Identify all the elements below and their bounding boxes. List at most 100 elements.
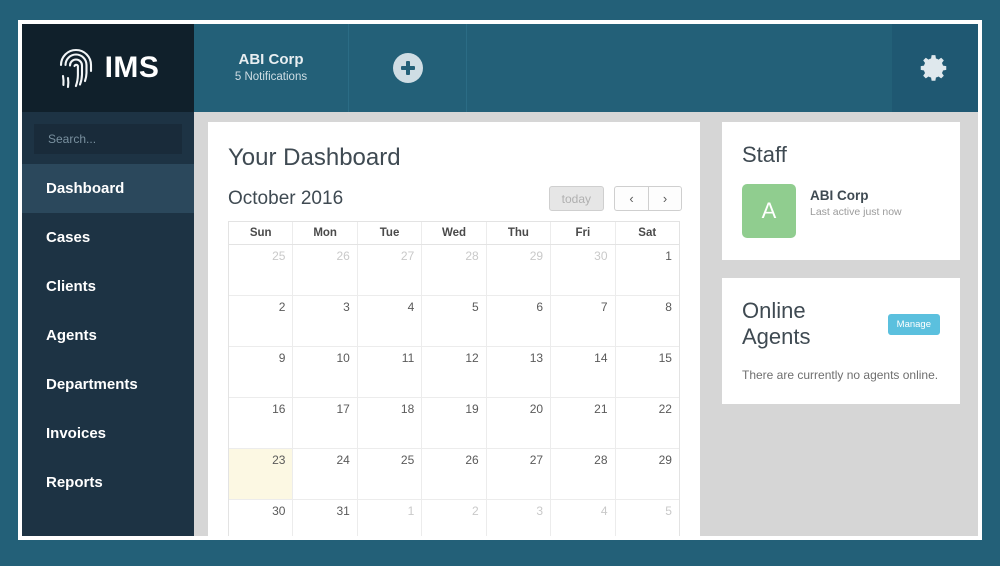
- sidebar-item-label: Cases: [46, 229, 91, 246]
- calendar-week-row: 2345678: [229, 296, 679, 347]
- calendar-day-cell[interactable]: 2: [229, 296, 294, 346]
- app-window: IMS ABI Corp 5 Notifications Dashboard Ca…: [18, 20, 982, 540]
- brand-name: IMS: [104, 51, 160, 84]
- calendar-body: 25 26 27 28 29 30 1 2 3 4 5 6 7 8 9 10 11 12 13 14 15 16 17 18 1…: [229, 245, 679, 536]
- calendar-day-cell[interactable]: 23: [229, 449, 294, 499]
- calendar-toolbar: October 2016 today ‹ ›: [228, 186, 682, 221]
- calendar-day-cell[interactable]: 27: [358, 245, 423, 295]
- org-tab[interactable]: ABI Corp 5 Notifications: [194, 24, 349, 112]
- sidebar-nav: Dashboard Cases Clients Agents Departments In…: [22, 164, 194, 507]
- sidebar-item-agents[interactable]: Agents: [22, 311, 194, 360]
- calendar-day-cell[interactable]: 22: [616, 398, 679, 448]
- online-agents-title: Online Agents: [742, 298, 811, 349]
- calendar-day-cell[interactable]: 15: [616, 347, 679, 397]
- calendar-weekday-fri: Fri: [551, 222, 616, 244]
- calendar-day-cell[interactable]: 25: [358, 449, 423, 499]
- calendar-day-cell[interactable]: 10: [293, 347, 358, 397]
- calendar-prev-next-group: ‹ ›: [614, 186, 682, 211]
- calendar-day-cell[interactable]: 2: [422, 500, 487, 536]
- sidebar-item-reports[interactable]: Reports: [22, 458, 194, 507]
- sidebar-item-dashboard[interactable]: Dashboard: [22, 164, 194, 213]
- calendar-day-cell[interactable]: 29: [616, 449, 679, 499]
- calendar-day-cell[interactable]: 14: [551, 347, 616, 397]
- online-agents-empty-message: There are currently no agents online.: [742, 368, 939, 382]
- plus-icon: [392, 53, 423, 83]
- calendar-day-cell[interactable]: 12: [422, 347, 487, 397]
- manage-button[interactable]: Manage: [887, 313, 940, 335]
- gear-icon: [920, 55, 947, 81]
- calendar-day-cell[interactable]: 1: [358, 500, 423, 536]
- staff-panel-title: Staff: [742, 142, 787, 167]
- calendar-day-cell[interactable]: 30: [229, 500, 294, 536]
- add-button[interactable]: [349, 24, 467, 112]
- calendar-week-row: 30 31 1 2 3 4 5: [229, 500, 679, 536]
- calendar-day-cell[interactable]: 29: [487, 245, 552, 295]
- calendar-day-cell[interactable]: 6: [487, 296, 552, 346]
- calendar-day-cell[interactable]: 5: [422, 296, 487, 346]
- calendar-grid: Sun Mon Tue Wed Thu Fri Sat 25 26 27 28 29 30 1 2 3 4 5 6…: [228, 221, 680, 536]
- calendar-day-cell[interactable]: 3: [487, 500, 552, 536]
- main-content: Your Dashboard October 2016 today ‹ › Su…: [194, 112, 978, 536]
- calendar-day-cell[interactable]: 5: [616, 500, 679, 536]
- calendar-day-cell[interactable]: 13: [487, 347, 552, 397]
- calendar-day-cell[interactable]: 3: [293, 296, 358, 346]
- calendar-weekday-wed: Wed: [422, 222, 487, 244]
- calendar-day-cell[interactable]: 26: [422, 449, 487, 499]
- avatar: A: [742, 184, 796, 238]
- online-agents-header: Online Agents Manage: [742, 298, 940, 350]
- sidebar-item-label: Dashboard: [46, 180, 125, 197]
- calendar-day-cell[interactable]: 4: [358, 296, 423, 346]
- staff-list-item[interactable]: A ABI Corp Last active just now: [742, 184, 940, 238]
- search-container: [22, 124, 194, 164]
- calendar-day-cell[interactable]: 9: [229, 347, 294, 397]
- calendar-day-cell[interactable]: 8: [616, 296, 679, 346]
- sidebar: Dashboard Cases Clients Agents Departments In…: [22, 112, 194, 536]
- calendar-week-row: 9 10 11 12 13 14 15: [229, 347, 679, 398]
- sidebar-item-cases[interactable]: Cases: [22, 213, 194, 262]
- settings-button[interactable]: [892, 24, 978, 112]
- top-header: IMS ABI Corp 5 Notifications: [22, 24, 978, 112]
- calendar-week-row: 16 17 18 19 20 21 22: [229, 398, 679, 449]
- calendar-weekday-tue: Tue: [358, 222, 423, 244]
- calendar-day-cell[interactable]: 27: [487, 449, 552, 499]
- calendar-day-cell[interactable]: 16: [229, 398, 294, 448]
- calendar-day-cell[interactable]: 28: [422, 245, 487, 295]
- staff-info: ABI Corp Last active just now: [810, 184, 902, 218]
- staff-status: Last active just now: [810, 206, 902, 218]
- calendar-day-cell[interactable]: 7: [551, 296, 616, 346]
- calendar-nav-buttons: today ‹ ›: [548, 186, 682, 211]
- calendar-day-cell[interactable]: 19: [422, 398, 487, 448]
- today-button[interactable]: today: [548, 186, 604, 211]
- calendar-month-label: October 2016: [228, 187, 344, 209]
- calendar-next-button[interactable]: ›: [648, 186, 682, 211]
- calendar-prev-button[interactable]: ‹: [614, 186, 648, 211]
- calendar-day-cell[interactable]: 17: [293, 398, 358, 448]
- calendar-day-cell[interactable]: 18: [358, 398, 423, 448]
- calendar-day-cell[interactable]: 1: [616, 245, 679, 295]
- calendar-week-row: 25 26 27 28 29 30 1: [229, 245, 679, 296]
- calendar-day-cell[interactable]: 25: [229, 245, 294, 295]
- calendar-day-cell[interactable]: 11: [358, 347, 423, 397]
- calendar-weekday-sat: Sat: [638, 227, 657, 239]
- sidebar-item-departments[interactable]: Departments: [22, 360, 194, 409]
- sidebar-item-label: Departments: [46, 376, 138, 393]
- calendar-day-cell[interactable]: 28: [551, 449, 616, 499]
- calendar-weekday-header: Sun Mon Tue Wed Thu Fri Sat: [229, 222, 679, 245]
- calendar-day-cell[interactable]: 30: [551, 245, 616, 295]
- calendar-day-cell[interactable]: 20: [487, 398, 552, 448]
- sidebar-item-label: Reports: [46, 474, 103, 491]
- calendar-day-cell[interactable]: 21: [551, 398, 616, 448]
- sidebar-item-label: Agents: [46, 327, 97, 344]
- staff-name: ABI Corp: [810, 188, 869, 203]
- calendar-day-cell[interactable]: 26: [293, 245, 358, 295]
- sidebar-item-clients[interactable]: Clients: [22, 262, 194, 311]
- calendar-day-cell[interactable]: 31: [293, 500, 358, 536]
- search-input[interactable]: [34, 124, 182, 154]
- sidebar-item-invoices[interactable]: Invoices: [22, 409, 194, 458]
- brand-logo[interactable]: IMS: [22, 24, 194, 112]
- calendar-day-cell[interactable]: 4: [551, 500, 616, 536]
- calendar-weekday-sun: Sun: [229, 222, 294, 244]
- dashboard-card: Your Dashboard October 2016 today ‹ › Su…: [208, 122, 700, 536]
- calendar-day-cell[interactable]: 24: [293, 449, 358, 499]
- sidebar-item-label: Clients: [46, 278, 97, 295]
